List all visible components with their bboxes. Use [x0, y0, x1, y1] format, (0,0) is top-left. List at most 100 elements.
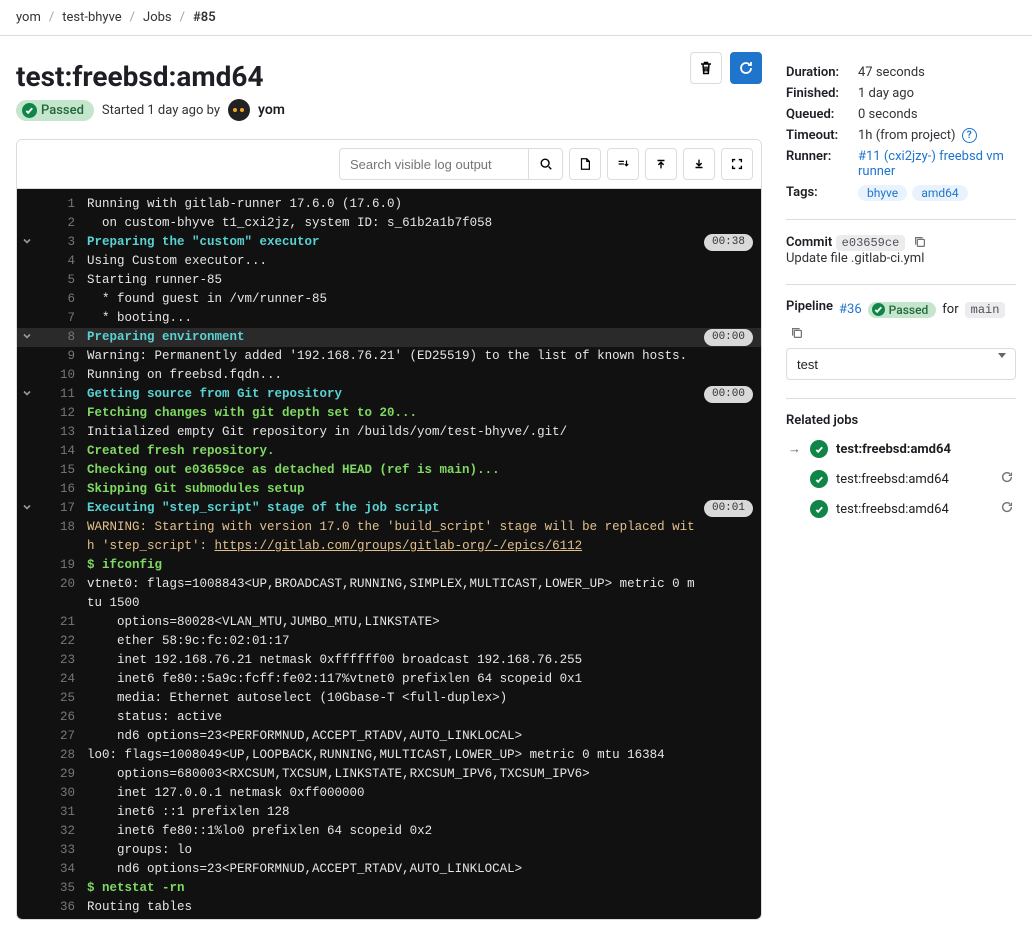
log-line[interactable]: 24 inet6 fe80::5a9c:fcff:fe02:117%vtnet0… — [17, 670, 761, 689]
log-line[interactable]: 3Preparing the "custom" executor00:38 — [17, 233, 761, 252]
log-line[interactable]: 1Running with gitlab-runner 17.6.0 (17.6… — [17, 195, 761, 214]
log-line[interactable]: 21 options=80028<VLAN_MTU,JUMBO_MTU,LINK… — [17, 613, 761, 632]
log-line[interactable]: 27 nd6 options=23<PERFORMNUD,ACCEPT_RTAD… — [17, 727, 761, 746]
line-number[interactable]: 6 — [37, 290, 87, 309]
line-number[interactable]: 16 — [37, 480, 87, 499]
scroll-follow-button[interactable] — [607, 148, 639, 180]
log-line[interactable]: 7 * booting... — [17, 309, 761, 328]
retry-button[interactable] — [730, 52, 762, 84]
line-number[interactable]: 32 — [37, 822, 87, 841]
author-link[interactable]: yom — [258, 102, 285, 118]
log-line[interactable]: 32 inet6 fe80::1%lo0 prefixlen 64 scopei… — [17, 822, 761, 841]
line-number[interactable]: 29 — [37, 765, 87, 784]
line-number[interactable]: 15 — [37, 461, 87, 480]
line-number[interactable]: 12 — [37, 404, 87, 423]
log-line[interactable]: 11Getting source from Git repository00:0… — [17, 385, 761, 404]
line-number[interactable]: 22 — [37, 632, 87, 651]
line-number[interactable]: 4 — [37, 252, 87, 271]
runner-link[interactable]: #11 (cxi2jzy-) freebsd vm runner — [858, 149, 1004, 179]
scroll-top-button[interactable] — [645, 148, 677, 180]
log-line[interactable]: 16Skipping Git submodules setup — [17, 480, 761, 499]
chevron-down-icon[interactable] — [17, 385, 37, 398]
log-line[interactable]: 12Fetching changes with git depth set to… — [17, 404, 761, 423]
line-number[interactable]: 25 — [37, 689, 87, 708]
log-line[interactable]: 15Checking out e03659ce as detached HEAD… — [17, 461, 761, 480]
copy-sha-icon[interactable] — [913, 235, 927, 249]
log-line[interactable]: 33 groups: lo — [17, 841, 761, 860]
line-number[interactable]: 24 — [37, 670, 87, 689]
log-line[interactable]: 29 options=680003<RXCSUM,TXCSUM,LINKSTAT… — [17, 765, 761, 784]
log-line[interactable]: 19$ ifconfig — [17, 556, 761, 575]
log-line[interactable]: 14Created fresh repository. — [17, 442, 761, 461]
line-number[interactable]: 17 — [37, 499, 87, 518]
line-number[interactable]: 23 — [37, 651, 87, 670]
log-line[interactable]: 31 inet6 ::1 prefixlen 128 — [17, 803, 761, 822]
tag-pill[interactable]: bhyve — [858, 185, 907, 201]
retry-icon[interactable] — [1000, 500, 1014, 518]
chevron-down-icon[interactable] — [17, 233, 37, 246]
related-job-current[interactable]: → test:freebsd:amd64 — [786, 434, 1016, 464]
line-number[interactable]: 30 — [37, 784, 87, 803]
crumb-owner[interactable]: yom — [16, 10, 41, 25]
log-line[interactable]: 5Starting runner-85 — [17, 271, 761, 290]
line-number[interactable]: 36 — [37, 898, 87, 917]
log-line[interactable]: 36Routing tables — [17, 898, 761, 917]
line-number[interactable]: 14 — [37, 442, 87, 461]
log-line[interactable]: 34 nd6 options=23<PERFORMNUD,ACCEPT_RTAD… — [17, 860, 761, 879]
log-line[interactable]: 35$ netstat -rn — [17, 879, 761, 898]
search-input[interactable] — [339, 148, 529, 180]
line-number[interactable]: 5 — [37, 271, 87, 290]
line-number[interactable]: 9 — [37, 347, 87, 366]
line-number[interactable]: 7 — [37, 309, 87, 328]
log-line[interactable]: 30 inet 127.0.0.1 netmask 0xff000000 — [17, 784, 761, 803]
log-line[interactable]: 25 media: Ethernet autoselect (10Gbase-T… — [17, 689, 761, 708]
log-line[interactable]: 26 status: active — [17, 708, 761, 727]
stage-select[interactable]: test — [786, 348, 1016, 380]
line-number[interactable]: 10 — [37, 366, 87, 385]
log-line[interactable]: 18WARNING: Starting with version 17.0 th… — [17, 518, 761, 556]
branch-pill[interactable]: main — [965, 302, 1006, 318]
line-number[interactable]: 13 — [37, 423, 87, 442]
chevron-down-icon[interactable] — [17, 499, 37, 512]
line-number[interactable]: 2 — [37, 214, 87, 233]
line-number[interactable]: 19 — [37, 556, 87, 575]
copy-branch-icon[interactable] — [790, 326, 804, 340]
log-line[interactable]: 22 ether 58:9c:fc:02:01:17 — [17, 632, 761, 651]
line-number[interactable]: 27 — [37, 727, 87, 746]
line-number[interactable]: 34 — [37, 860, 87, 879]
crumb-project[interactable]: test-bhyve — [62, 10, 121, 25]
fullscreen-button[interactable] — [721, 148, 753, 180]
log-line[interactable]: 17Executing "step_script" stage of the j… — [17, 499, 761, 518]
line-number[interactable]: 28 — [37, 746, 87, 765]
crumb-jobs[interactable]: Jobs — [143, 10, 172, 25]
chevron-down-icon[interactable] — [17, 328, 37, 341]
search-button[interactable] — [529, 148, 563, 180]
commit-sha[interactable]: e03659ce — [836, 235, 906, 251]
tag-pill[interactable]: amd64 — [912, 185, 967, 201]
log-link[interactable]: https://gitlab.com/groups/gitlab-org/-/e… — [215, 539, 583, 553]
log-line[interactable]: 10Running on freebsd.fqdn... — [17, 366, 761, 385]
related-job-item[interactable]: test:freebsd:amd64 — [808, 464, 1016, 494]
scroll-bottom-button[interactable] — [683, 148, 715, 180]
log-line[interactable]: 23 inet 192.168.76.21 netmask 0xffffff00… — [17, 651, 761, 670]
avatar[interactable] — [228, 99, 250, 121]
log-line[interactable]: 13Initialized empty Git repository in /b… — [17, 423, 761, 442]
log-line[interactable]: 8Preparing environment00:00 — [17, 328, 761, 347]
log-line[interactable]: 6 * found guest in /vm/runner-85 — [17, 290, 761, 309]
line-number[interactable]: 20 — [37, 575, 87, 594]
help-icon[interactable]: ? — [962, 128, 977, 143]
delete-button[interactable] — [690, 52, 722, 84]
log-line[interactable]: 9Warning: Permanently added '192.168.76.… — [17, 347, 761, 366]
line-number[interactable]: 1 — [37, 195, 87, 214]
line-number[interactable]: 11 — [37, 385, 87, 404]
line-number[interactable]: 26 — [37, 708, 87, 727]
pipeline-id-link[interactable]: #36 — [839, 302, 862, 317]
log-line[interactable]: 2 on custom-bhyve t1_cxi2jz, system ID: … — [17, 214, 761, 233]
related-job-item[interactable]: test:freebsd:amd64 — [808, 494, 1016, 524]
line-number[interactable]: 31 — [37, 803, 87, 822]
log-line[interactable]: 20vtnet0: flags=1008843<UP,BROADCAST,RUN… — [17, 575, 761, 613]
line-number[interactable]: 33 — [37, 841, 87, 860]
log-output[interactable]: 1Running with gitlab-runner 17.6.0 (17.6… — [17, 189, 761, 919]
line-number[interactable]: 18 — [37, 518, 87, 537]
retry-icon[interactable] — [1000, 470, 1014, 488]
